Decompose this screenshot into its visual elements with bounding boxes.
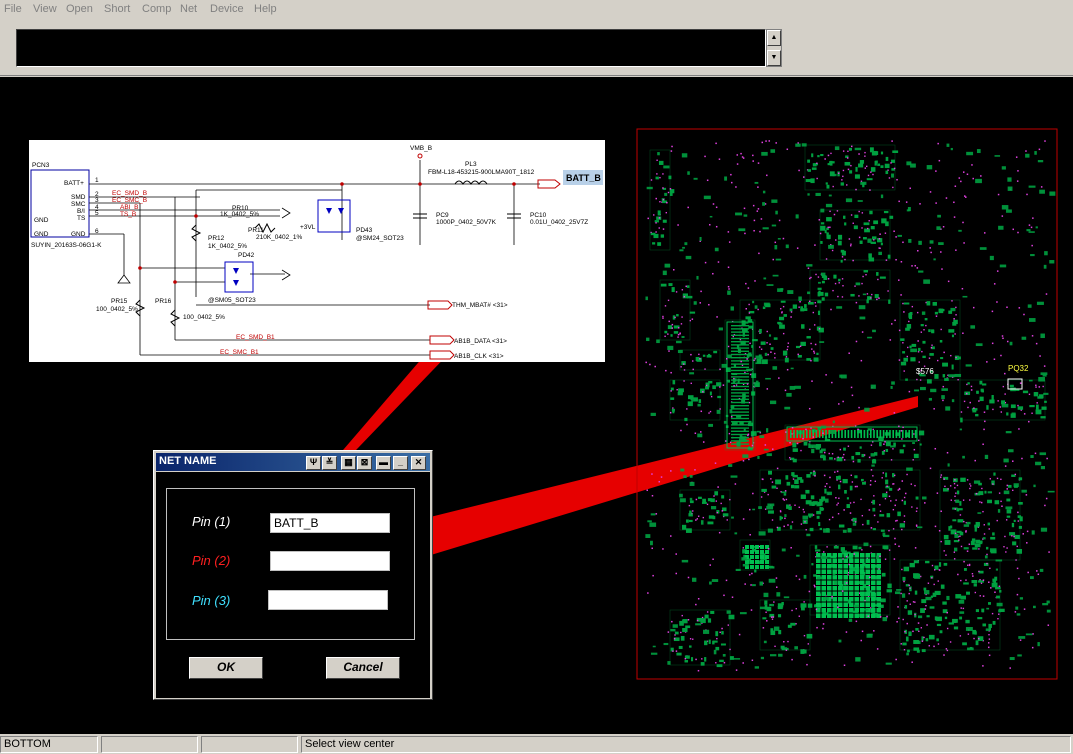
- svg-text:TS_B: TS_B: [120, 211, 136, 218]
- svg-text:TS: TS: [77, 215, 86, 222]
- svg-text:GND: GND: [71, 231, 86, 238]
- svg-text:PR12: PR12: [208, 235, 225, 242]
- board-label-576: $576: [916, 367, 934, 376]
- menu-device[interactable]: Device: [210, 3, 244, 15]
- svg-text:AB1B_DATA <31>: AB1B_DATA <31>: [454, 338, 507, 345]
- svg-text:SUYIN_20163S-06G1-K: SUYIN_20163S-06G1-K: [31, 242, 102, 249]
- status-pane-3: [201, 736, 298, 753]
- pin1-label: Pin (1): [192, 514, 231, 529]
- svg-text:PC10: PC10: [530, 212, 547, 219]
- menu-net[interactable]: Net: [180, 3, 197, 15]
- close-icon[interactable]: ✕: [411, 456, 426, 470]
- svg-text:PD43: PD43: [356, 227, 373, 234]
- grid-icon[interactable]: ▦: [341, 456, 356, 470]
- status-pane-2: [101, 736, 198, 753]
- dialog-title: NET NAME: [159, 455, 217, 467]
- scroll-down-icon[interactable]: ▼: [767, 50, 781, 66]
- svg-text:PCN3: PCN3: [32, 162, 50, 169]
- command-output[interactable]: [16, 29, 766, 67]
- minimize-icon[interactable]: _: [393, 456, 408, 470]
- status-layer: BOTTOM: [0, 736, 98, 753]
- pin3-label: Pin (3): [192, 593, 231, 608]
- svg-text:PR16: PR16: [155, 298, 172, 305]
- svg-text:AB1B_CLK <31>: AB1B_CLK <31>: [454, 353, 504, 360]
- menu-bar: File View Open Short Comp Net Device Hel…: [0, 0, 1073, 20]
- batt-net-label: BATT_B: [566, 173, 601, 183]
- dialog-title-bar[interactable]: NET NAME Ψ ≚ ▦ ⊠ ▬ _ ✕: [156, 453, 430, 471]
- menu-open[interactable]: Open: [66, 3, 93, 15]
- svg-text:ABI_B: ABI_B: [120, 204, 138, 211]
- svg-text:1000P_0402_50V7K: 1000P_0402_50V7K: [436, 219, 497, 226]
- svg-text:BATT+: BATT+: [64, 180, 84, 187]
- highlight-beam-board: [398, 396, 918, 565]
- menu-short[interactable]: Short: [104, 3, 130, 15]
- status-bar: BOTTOM Select view center: [0, 734, 1073, 754]
- net-name-dialog: NET NAME Ψ ≚ ▦ ⊠ ▬ _ ✕ Pin (1) Pin (2) P…: [153, 450, 433, 700]
- menu-help[interactable]: Help: [254, 3, 277, 15]
- pin-icon[interactable]: Ψ: [306, 456, 321, 470]
- cancel-button[interactable]: Cancel: [326, 657, 400, 679]
- svg-text:210K_0402_1%: 210K_0402_1%: [256, 234, 302, 241]
- svg-text:EC_SMD_B: EC_SMD_B: [112, 190, 147, 197]
- svg-text:PC9: PC9: [436, 212, 449, 219]
- ok-button[interactable]: OK: [189, 657, 263, 679]
- svg-text:EC_SMC_B1: EC_SMC_B1: [220, 349, 259, 356]
- svg-text:@SM24_SOT23: @SM24_SOT23: [356, 235, 404, 242]
- pin1-input[interactable]: [270, 513, 390, 533]
- svg-text:EC_SMC_B: EC_SMC_B: [112, 197, 147, 204]
- dialog-body: Pin (1) Pin (2) Pin (3) OK Cancel: [156, 472, 430, 698]
- svg-text:PR11: PR11: [248, 227, 264, 234]
- svg-text:3: 3: [95, 197, 99, 204]
- svg-text:1K_0402_5%: 1K_0402_5%: [208, 243, 247, 250]
- svg-text:FBM-L18-453215-900LMA90T_1812: FBM-L18-453215-900LMA90T_1812: [428, 169, 535, 176]
- svg-text:SMD: SMD: [71, 194, 86, 201]
- svg-text:PD42: PD42: [238, 252, 255, 259]
- svg-text:1: 1: [95, 177, 99, 184]
- status-message: Select view center: [301, 736, 1071, 753]
- svg-text:PR15: PR15: [111, 298, 128, 305]
- pin2-label: Pin (2): [192, 553, 231, 568]
- svg-text:0.01U_0402_25V7Z: 0.01U_0402_25V7Z: [530, 219, 588, 226]
- schematic-panel: PCN3 SUYIN_20163S-06G1-K GND GND BATT+ S…: [29, 140, 605, 362]
- restore-icon[interactable]: ▬: [376, 456, 391, 470]
- svg-text:VMB_B: VMB_B: [410, 145, 432, 152]
- svg-text:SMC: SMC: [71, 201, 86, 208]
- svg-text:GND: GND: [34, 217, 49, 224]
- pin2-input[interactable]: [270, 551, 390, 571]
- svg-text:GND: GND: [34, 231, 49, 238]
- svg-text:1K_0402_5%: 1K_0402_5%: [220, 211, 259, 218]
- svg-text:EC_SMD_B1: EC_SMD_B1: [236, 334, 275, 341]
- menu-file[interactable]: File: [4, 3, 22, 15]
- svg-text:+3VL: +3VL: [300, 224, 316, 231]
- svg-text:B/I: B/I: [77, 208, 85, 215]
- board-label-pq32: PQ32: [1008, 364, 1029, 373]
- svg-text:5: 5: [95, 210, 99, 217]
- svg-text:100_0402_5%: 100_0402_5%: [96, 306, 138, 313]
- pin3-input[interactable]: [268, 590, 388, 610]
- svg-text:PL3: PL3: [465, 161, 477, 168]
- board-layout: [645, 140, 1056, 672]
- command-scrollbar[interactable]: ▲ ▼: [766, 29, 782, 67]
- command-area: ▲ ▼: [0, 20, 1073, 76]
- svg-text:6: 6: [95, 228, 99, 235]
- layer-icon[interactable]: ⊠: [357, 456, 372, 470]
- menu-comp[interactable]: Comp: [142, 3, 171, 15]
- scroll-up-icon[interactable]: ▲: [767, 30, 781, 46]
- svg-text:@SM05_SOT23: @SM05_SOT23: [208, 297, 256, 304]
- collapse-icon[interactable]: ≚: [322, 456, 337, 470]
- svg-text:THM_MBAT# <31>: THM_MBAT# <31>: [452, 302, 508, 309]
- menu-view[interactable]: View: [33, 3, 57, 15]
- svg-text:100_0402_5%: 100_0402_5%: [183, 314, 225, 321]
